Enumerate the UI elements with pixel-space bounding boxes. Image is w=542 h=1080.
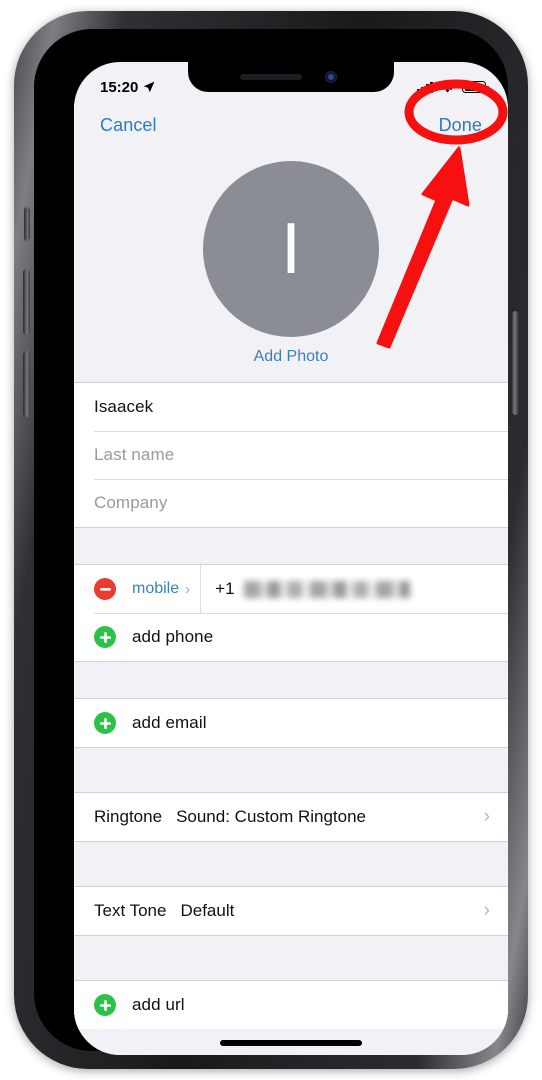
- text-tone-value: Default: [180, 901, 235, 920]
- minus-circle-icon[interactable]: [94, 578, 116, 600]
- section-gap-2: [74, 661, 508, 699]
- email-group: add email: [74, 699, 508, 747]
- front-camera-icon: [325, 71, 337, 83]
- side-power-button[interactable]: [512, 311, 519, 415]
- wifi-icon: [441, 82, 454, 93]
- screenshot-stage: 15:20 Cancel Done I Add Photo Isaacek La…: [0, 0, 542, 1080]
- section-gap-4: [74, 841, 508, 887]
- avatar[interactable]: I: [203, 161, 379, 337]
- name-fields-group: Isaacek Last name Company: [74, 383, 508, 527]
- phone-number-redacted[interactable]: [243, 580, 410, 598]
- phone-screen: 15:20 Cancel Done I Add Photo Isaacek La…: [74, 62, 508, 1055]
- avatar-initial: I: [280, 209, 301, 289]
- cellular-bars-icon: [416, 81, 433, 93]
- mute-switch-button[interactable]: [24, 207, 30, 241]
- section-gap-5: [74, 935, 508, 981]
- phone-group: mobile › +1 add phone: [74, 565, 508, 661]
- contact-photo-section: I Add Photo: [74, 146, 508, 383]
- location-arrow-icon: [144, 81, 155, 93]
- done-button[interactable]: Done: [439, 115, 482, 136]
- chevron-right-icon: ›: [483, 806, 490, 827]
- ringtone-label: Ringtone: [94, 807, 163, 826]
- phone-entry-row[interactable]: mobile › +1: [74, 565, 508, 613]
- battery-full-icon: [462, 81, 489, 93]
- home-indicator[interactable]: [220, 1040, 362, 1046]
- chevron-right-icon: ›: [185, 580, 191, 598]
- add-email-row[interactable]: add email: [74, 699, 508, 747]
- phone-label-value[interactable]: mobile: [132, 580, 179, 598]
- add-url-row[interactable]: add url: [74, 981, 508, 1029]
- earpiece-speaker-icon: [240, 74, 302, 80]
- plus-circle-icon[interactable]: [94, 712, 116, 734]
- text-tone-label: Text Tone: [94, 901, 167, 920]
- status-bar-time: 15:20: [100, 78, 139, 96]
- url-group: add url: [74, 981, 508, 1029]
- navigation-bar: Cancel Done: [74, 104, 508, 146]
- add-email-label: add email: [132, 713, 207, 732]
- company-row[interactable]: Company: [74, 479, 508, 527]
- plus-circle-icon[interactable]: [94, 994, 116, 1016]
- notch: [188, 62, 394, 92]
- last-name-placeholder: Last name: [94, 445, 175, 464]
- company-placeholder: Company: [94, 493, 168, 512]
- phone-bezel: 15:20 Cancel Done I Add Photo Isaacek La…: [34, 29, 508, 1055]
- iphone-frame: 15:20 Cancel Done I Add Photo Isaacek La…: [14, 11, 528, 1069]
- add-phone-label: add phone: [132, 627, 214, 646]
- add-phone-row[interactable]: add phone: [74, 613, 508, 661]
- ringtone-group: Ringtone Sound: Custom Ringtone ›: [74, 793, 508, 841]
- add-url-label: add url: [132, 995, 185, 1014]
- volume-up-button[interactable]: [23, 269, 30, 335]
- section-gap-3: [74, 747, 508, 793]
- edit-contact-content: I Add Photo Isaacek Last name Company mo…: [74, 146, 508, 1055]
- section-gap-1: [74, 527, 508, 565]
- ringtone-value: Sound: Custom Ringtone: [176, 807, 367, 826]
- add-photo-button[interactable]: Add Photo: [254, 348, 329, 366]
- last-name-row[interactable]: Last name: [74, 431, 508, 479]
- plus-circle-icon[interactable]: [94, 626, 116, 648]
- chevron-right-icon: ›: [483, 900, 490, 921]
- cancel-button[interactable]: Cancel: [100, 115, 157, 136]
- volume-down-button[interactable]: [23, 351, 30, 417]
- first-name-row[interactable]: Isaacek: [74, 383, 508, 431]
- phone-field-divider: [200, 565, 202, 613]
- texttone-group: Text Tone Default ›: [74, 887, 508, 935]
- first-name-value: Isaacek: [94, 397, 154, 416]
- country-code: +1: [215, 579, 235, 598]
- ringtone-row[interactable]: Ringtone Sound: Custom Ringtone ›: [74, 793, 508, 841]
- text-tone-row[interactable]: Text Tone Default ›: [74, 887, 508, 935]
